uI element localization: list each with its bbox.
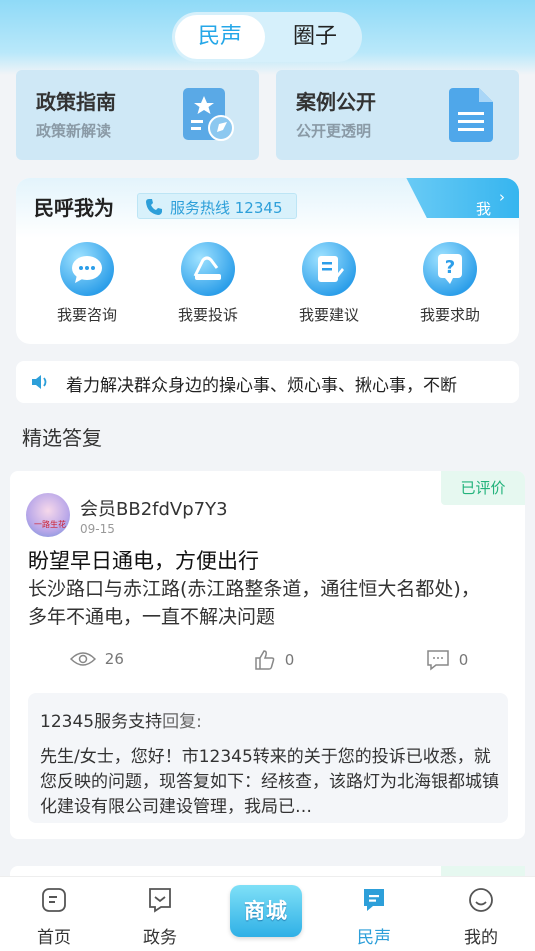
- voice-panel: 民呼我为 服务热线 12345 我提交的 › 我要咨询 我要投诉: [16, 178, 519, 344]
- government-icon: [149, 888, 171, 913]
- status-badge: 已评价: [441, 471, 525, 505]
- like-button[interactable]: 0: [254, 649, 294, 673]
- comment-icon: [427, 650, 449, 671]
- action-suggestion[interactable]: 我要建议: [279, 242, 379, 325]
- views-stat: 26: [69, 649, 124, 673]
- reply-suffix: 回复:: [162, 712, 202, 732]
- mall-button[interactable]: 商城: [230, 885, 302, 937]
- notice-marquee[interactable]: 着力解决群众身边的操心事、烦心事、揪心事，不断: [16, 361, 519, 403]
- bottom-tabbar: 首页 政务 商城 民声 我的: [0, 876, 535, 951]
- action-help-label: 我要求助: [419, 306, 480, 324]
- views-count: 26: [104, 649, 124, 668]
- post-date: 09-15: [80, 522, 115, 536]
- hotline-badge[interactable]: 服务热线 12345: [137, 193, 297, 219]
- tab-minsheng-label: 民声: [357, 928, 391, 948]
- mall-label: 商城: [244, 899, 288, 923]
- action-help[interactable]: ? 我要求助: [400, 242, 500, 325]
- home-icon: [42, 888, 66, 912]
- my-submissions-label: 我提交的 ›: [475, 188, 505, 281]
- svg-text:?: ?: [445, 257, 455, 278]
- answer-body: 长沙路口与赤江路(赤江路整条道，通往恒大名都处)，多年不通电，一直不解决问题: [28, 578, 480, 628]
- reply-box[interactable]: 12345服务支持回复: 先生/女士，您好！市12345转来的关于您的投诉已收悉…: [28, 693, 508, 823]
- action-complaint[interactable]: 我要投诉: [158, 242, 258, 325]
- profile-icon: [469, 888, 493, 912]
- policy-guide-card[interactable]: 政策指南 政策新解读: [16, 70, 259, 160]
- segment-switcher: 民声 圈子: [172, 12, 362, 62]
- avatar: 一路生花: [26, 493, 70, 537]
- policy-guide-title: 政策指南: [36, 90, 116, 114]
- user-name: 会员BB2fdVp7Y3: [80, 499, 228, 520]
- action-suggestion-label: 我要建议: [298, 306, 359, 324]
- policy-guide-subtitle: 政策新解读: [36, 122, 112, 140]
- tab-government[interactable]: 政务: [120, 887, 200, 948]
- reply-from: 12345服务支持: [40, 712, 163, 732]
- answer-card[interactable]: 已评价 一路生花 会员BB2fdVp7Y3 09-15 盼望早日通电，方便出行 …: [10, 471, 525, 839]
- policy-doc-icon: [179, 86, 237, 148]
- comments-count: 0: [458, 651, 469, 669]
- help-question-icon: ?: [423, 242, 477, 296]
- speaker-icon: [30, 373, 50, 395]
- voice-panel-title: 民呼我为: [34, 196, 114, 220]
- phone-icon: [144, 197, 164, 221]
- tab-profile-label: 我的: [464, 928, 498, 948]
- tab-quanzi[interactable]: 圈子: [268, 12, 362, 62]
- tab-minsheng[interactable]: 民声: [175, 15, 265, 59]
- complaint-icon: [181, 242, 235, 296]
- thumbs-up-icon: [255, 650, 275, 670]
- voice-icon: [364, 889, 384, 911]
- hotline-text: 服务热线 12345: [170, 199, 283, 217]
- reply-text: 先生/女士，您好！市12345转来的关于您的投诉已收悉，就您反映的问题，现答复如…: [40, 747, 499, 817]
- chat-bubble-icon: [60, 242, 114, 296]
- tab-home-label: 首页: [37, 928, 71, 948]
- case-public-subtitle: 公开更透明: [296, 122, 372, 140]
- top-header: 民声 圈子: [0, 0, 535, 75]
- notice-text: 着力解决群众身边的操心事、烦心事、揪心事，不断: [66, 376, 457, 396]
- eye-icon: [69, 651, 97, 666]
- action-consult-label: 我要咨询: [56, 306, 117, 324]
- suggestion-icon: [302, 242, 356, 296]
- tab-profile[interactable]: 我的: [441, 887, 521, 948]
- case-public-card[interactable]: 案例公开 公开更透明: [276, 70, 519, 160]
- action-consult[interactable]: 我要咨询: [37, 242, 137, 325]
- tab-home[interactable]: 首页: [14, 887, 94, 948]
- case-public-title: 案例公开: [296, 90, 376, 114]
- comment-button[interactable]: 0: [426, 649, 468, 673]
- tab-government-label: 政务: [143, 928, 177, 948]
- section-title: 精选答复: [22, 426, 102, 450]
- action-complaint-label: 我要投诉: [177, 306, 238, 324]
- tab-minsheng-bottom[interactable]: 民声: [334, 887, 414, 948]
- document-icon: [447, 86, 497, 148]
- reply-header: 12345服务支持回复:: [40, 707, 202, 732]
- likes-count: 0: [284, 651, 295, 669]
- answer-title: 盼望早日通电，方便出行: [28, 549, 259, 573]
